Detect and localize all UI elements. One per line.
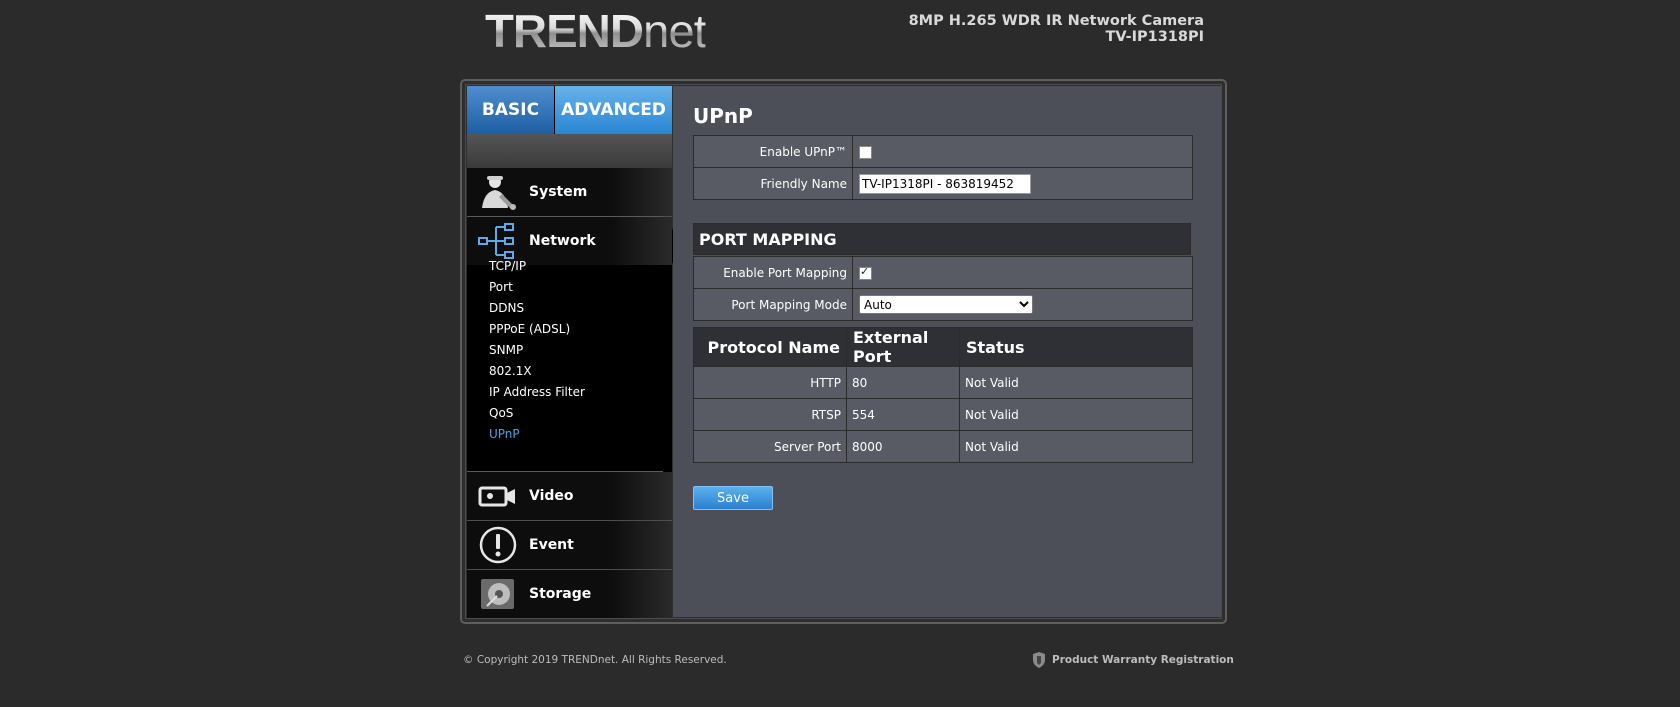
sidebar: BASIC ADVANCED System Network TCP/IP Por…	[467, 86, 682, 619]
enable-port-mapping-checkbox[interactable]	[859, 265, 872, 280]
sidebar-subitem-qos[interactable]: QoS	[489, 406, 513, 420]
sidebar-divider	[467, 216, 663, 217]
warranty-link[interactable]: Product Warranty Registration	[1032, 651, 1234, 669]
sidebar-subitem-upnp[interactable]: UPnP	[489, 427, 520, 441]
port-table-header-row: Protocol Name External Port Status	[693, 327, 1193, 367]
protocol-name-cell: RTSP	[693, 398, 847, 431]
enable-upnp-checkbox[interactable]	[859, 145, 872, 159]
sidebar-label-storage: Storage	[529, 586, 592, 602]
sidebar-item-video[interactable]: Video	[467, 472, 672, 521]
port-mapping-header: PORT MAPPING	[693, 223, 1191, 255]
port-mapping-mode-label: Port Mapping Mode	[693, 288, 853, 321]
friendly-name-label: Friendly Name	[693, 167, 853, 200]
tab-basic[interactable]: BASIC	[467, 86, 554, 134]
product-model: TV-IP1318PI	[1105, 29, 1204, 45]
storage-disk-icon	[477, 573, 519, 615]
column-header-external-port: External Port	[846, 327, 960, 367]
port-status-table: Protocol Name External Port Status HTTP …	[693, 327, 1193, 463]
tab-underbar	[467, 134, 672, 168]
system-admin-icon	[477, 171, 519, 213]
enable-port-mapping-row: Enable Port Mapping	[693, 256, 1193, 289]
status-cell: Not Valid	[959, 366, 1193, 399]
friendly-name-row: Friendly Name	[693, 167, 1193, 200]
enable-port-mapping-label: Enable Port Mapping	[693, 256, 853, 289]
sidebar-label-video: Video	[529, 488, 574, 504]
sidebar-subitem-tcpip[interactable]: TCP/IP	[489, 259, 526, 273]
event-alert-icon	[477, 524, 519, 566]
external-port-cell: 554	[846, 398, 960, 431]
video-camera-icon	[477, 475, 519, 517]
enable-upnp-label: Enable UPnP™	[693, 135, 853, 168]
mode-tabs: BASIC ADVANCED	[467, 86, 672, 146]
content-panel: UPnP Enable UPnP™ Friendly Name PORT MAP…	[673, 86, 1221, 617]
status-cell: Not Valid	[959, 430, 1193, 463]
column-header-protocol: Protocol Name	[693, 327, 847, 367]
port-mapping-mode-row: Port Mapping Mode Auto	[693, 288, 1193, 321]
main-inner: BASIC ADVANCED System Network TCP/IP Por…	[465, 84, 1222, 619]
column-header-status: Status	[959, 327, 1193, 367]
sidebar-label-event: Event	[529, 537, 574, 553]
sidebar-subitem-ip-filter[interactable]: IP Address Filter	[489, 385, 585, 399]
port-mapping-mode-select[interactable]: Auto	[859, 295, 1033, 314]
page-title: UPnP	[693, 104, 753, 128]
sidebar-item-event[interactable]: Event	[467, 521, 672, 570]
product-title: 8MP H.265 WDR IR Network Camera TV-IP131…	[909, 13, 1204, 45]
sidebar-item-storage[interactable]: Storage	[467, 570, 672, 619]
protocol-name-cell: HTTP	[693, 366, 847, 399]
friendly-name-input[interactable]	[859, 173, 1031, 194]
external-port-cell: 80	[846, 366, 960, 399]
friendly-name-cell	[852, 167, 1193, 200]
enable-port-mapping-cell	[852, 256, 1193, 289]
enable-upnp-row: Enable UPnP™	[693, 135, 1193, 168]
main-frame: BASIC ADVANCED System Network TCP/IP Por…	[460, 79, 1227, 624]
sidebar-subitem-ddns[interactable]: DDNS	[489, 301, 524, 315]
port-mapping-mode-cell: Auto	[852, 288, 1193, 321]
sidebar-subitem-port[interactable]: Port	[489, 280, 513, 294]
tab-advanced[interactable]: ADVANCED	[555, 86, 672, 146]
upnp-settings-table: Enable UPnP™ Friendly Name	[693, 135, 1193, 200]
sidebar-subitem-pppoe[interactable]: PPPoE (ADSL)	[489, 322, 570, 336]
product-description: 8MP H.265 WDR IR Network Camera	[908, 13, 1204, 29]
table-row: Server Port 8000 Not Valid	[693, 430, 1193, 463]
shield-icon	[1033, 652, 1045, 668]
copyright-text: © Copyright 2019 TRENDnet. All Rights Re…	[463, 654, 727, 666]
table-row: HTTP 80 Not Valid	[693, 366, 1193, 399]
table-row: RTSP 554 Not Valid	[693, 398, 1193, 431]
protocol-name-cell: Server Port	[693, 430, 847, 463]
trendnet-logo: TRENDnet	[485, 5, 706, 57]
status-cell: Not Valid	[959, 398, 1193, 431]
sidebar-label-system: System	[529, 184, 588, 200]
sidebar-item-system[interactable]: System	[467, 168, 672, 217]
external-port-cell: 8000	[846, 430, 960, 463]
port-mapping-settings-table: Enable Port Mapping Port Mapping Mode Au…	[693, 256, 1193, 321]
sidebar-subitem-8021x[interactable]: 802.1X	[489, 364, 532, 378]
sidebar-item-network[interactable]: Network	[467, 217, 672, 265]
warranty-label: Product Warranty Registration	[1052, 654, 1234, 666]
enable-upnp-cell	[852, 135, 1193, 168]
sidebar-subitem-snmp[interactable]: SNMP	[489, 343, 523, 357]
sidebar-label-network: Network	[529, 233, 596, 249]
save-button[interactable]: Save	[693, 486, 773, 510]
network-tree-icon	[477, 220, 519, 262]
